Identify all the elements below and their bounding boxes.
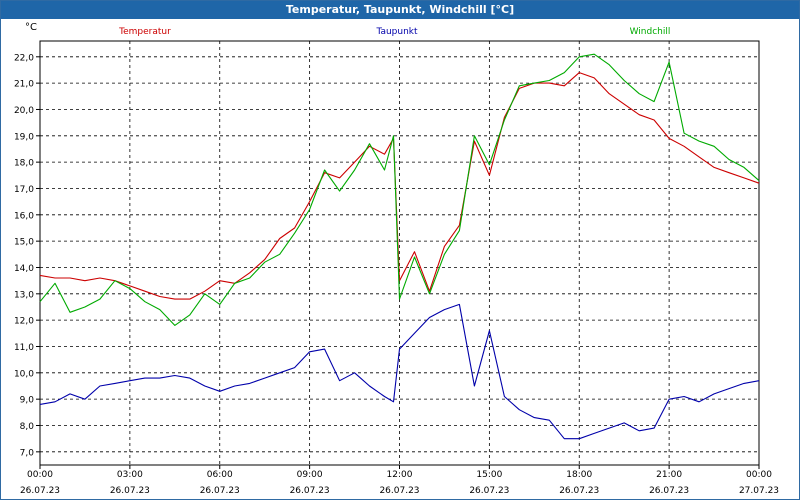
x-tick-time: 18:00 [566,470,592,480]
y-tick-label: 15,0 [14,238,34,248]
chart-window: Temperatur, Taupunkt, Windchill [°C] 7,0… [0,0,800,500]
x-tick-date: 26.07.23 [20,486,60,496]
y-tick-label: 17,0 [14,185,34,195]
x-tick-date: 26.07.23 [379,486,419,496]
x-tick-date: 26.07.23 [290,486,330,496]
x-tick-time: 12:00 [387,470,413,480]
y-tick-label: 18,0 [14,159,34,169]
y-tick-label: 12,0 [14,317,34,327]
y-tick-label: 13,0 [14,290,34,300]
x-tick-time: 21:00 [656,470,682,480]
y-tick-label: 10,0 [14,369,34,379]
x-tick-date: 26.07.23 [559,486,599,496]
y-tick-label: 19,0 [14,132,34,142]
chart-legend: Temperatur Taupunkt Windchill [118,27,670,37]
x-tick-date: 26.07.23 [469,486,509,496]
x-tick-time: 00:00 [27,470,53,480]
x-tick-date: 26.07.23 [110,486,150,496]
y-tick-label: 14,0 [14,264,34,274]
legend-windchill: Windchill [630,27,671,37]
y-tick-label: 21,0 [14,80,34,90]
chart: 7,0 8,0 9,0 10,0 11,0 12,0 13,0 14,0 15,0 16,0 17,… [14,22,779,496]
chart-axes: 7,0 8,0 9,0 10,0 11,0 12,0 13,0 14,0 15,0 16,0 17,… [14,22,779,496]
y-tick-label: 7,0 [20,448,35,458]
y-tick-label: 9,0 [20,396,35,406]
chart-grid [40,41,759,465]
y-tick-label: 8,0 [20,422,35,432]
x-tick-time: 06:00 [207,470,233,480]
legend-taupunkt: Taupunkt [375,27,418,37]
legend-temperatur: Temperatur [118,27,171,37]
x-tick-time: 09:00 [297,470,323,480]
x-tick-date: 26.07.23 [200,486,240,496]
y-axis-label: °C [25,22,37,33]
x-tick-date: 27.07.23 [739,486,779,496]
y-tick-label: 16,0 [14,211,34,221]
y-tick-label: 11,0 [14,343,34,353]
x-tick-time: 15:00 [476,470,502,480]
x-tick-time: 00:00 [746,470,772,480]
y-tick-label: 22,0 [14,53,34,63]
series-line-windchill [39,53,760,326]
x-tick-date: 26.07.23 [649,486,689,496]
y-tick-label: 20,0 [14,106,34,116]
x-tick-time: 03:00 [117,470,143,480]
window-title: Temperatur, Taupunkt, Windchill [°C] [1,1,799,19]
